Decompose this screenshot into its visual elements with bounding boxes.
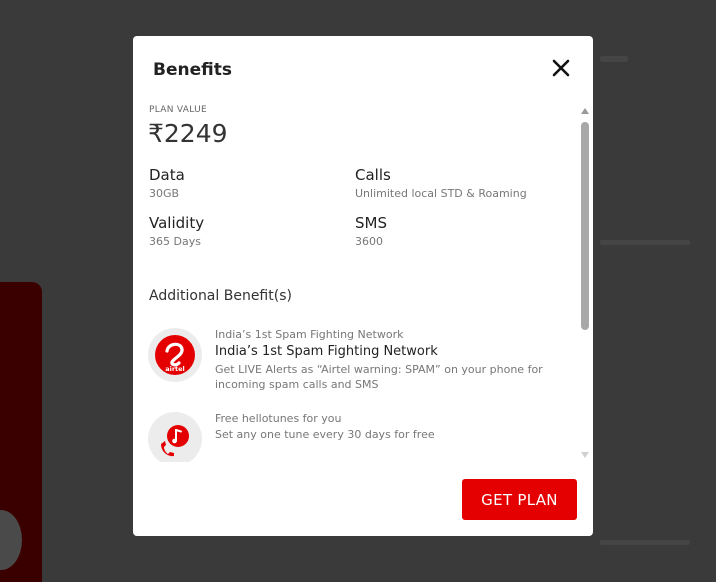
spec-label: Validity [149,214,205,232]
plan-value: ₹2249 [148,119,228,148]
spec-value: Unlimited local STD & Roaming [355,187,527,200]
background-placeholder [600,240,690,245]
spec-label: Data [149,166,185,184]
spec-calls: Calls Unlimited local STD & Roaming [355,166,527,200]
benefit-text: Free hellotunes for you Set any one tune… [215,412,555,442]
spec-label: Calls [355,166,391,184]
benefit-description: Set any one tune every 30 days for free [215,428,435,441]
spec-validity: Validity 365 Days [149,214,204,248]
background-card [0,282,42,582]
benefit-icon-wrap [148,412,202,462]
spec-data: Data 30GB [149,166,185,200]
benefit-title: India’s 1st Spam Fighting Network [215,344,438,359]
benefit-subtitle: India’s 1st Spam Fighting Network [215,328,404,341]
airtel-logo-text: airtel [165,365,185,373]
background-placeholder [600,540,690,545]
benefit-text: India’s 1st Spam Fighting Network India’… [215,328,555,392]
additional-benefits-title: Additional Benefit(s) [149,288,292,304]
close-icon [552,59,570,77]
plan-value-label: PLAN VALUE [149,105,207,115]
spec-value: 30GB [149,187,180,200]
benefit-icon-wrap: airtel [148,328,202,382]
get-plan-button[interactable]: GET PLAN [462,479,577,520]
scroll-down-arrow-icon[interactable] [581,452,589,458]
benefit-description: Get LIVE Alerts as “Airtel warning: SPAM… [215,363,543,391]
scroll-up-arrow-icon[interactable] [581,108,589,114]
vertical-scrollbar[interactable] [580,108,590,458]
benefits-scroll-area[interactable]: PLAN VALUE ₹2249 Data 30GB Calls Unlimit… [133,102,580,462]
modal-title: Benefits [153,60,232,80]
benefit-subtitle: Free hellotunes for you [215,412,342,425]
spec-value: 365 Days [149,235,201,248]
spec-label: SMS [355,214,387,232]
close-button[interactable] [549,56,573,80]
airtel-logo-icon: airtel [155,335,195,375]
background-placeholder [600,56,628,62]
spec-sms: SMS 3600 [355,214,387,248]
hellotunes-icon [161,425,189,457]
scrollbar-thumb[interactable] [581,122,589,330]
benefits-modal: Benefits PLAN VALUE ₹2249 Data 30GB Call… [133,36,593,536]
spec-value: 3600 [355,235,383,248]
